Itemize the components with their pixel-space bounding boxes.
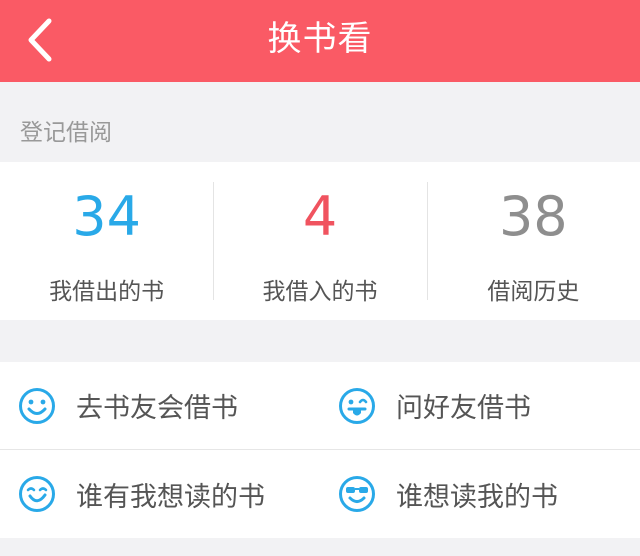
stat-borrowed-in[interactable]: 4 我借入的书: [213, 162, 426, 320]
actions-row: 谁有我想读的书 谁想读我的书: [0, 450, 640, 538]
stat-label: 我借入的书: [262, 279, 378, 305]
stat-value: 34: [72, 185, 142, 248]
borrow-stats: 34 我借出的书 4 我借入的书 38 借阅历史: [0, 162, 640, 320]
borrow-actions: 去书友会借书 问好友借书 谁有我想读的书 谁想读我的书: [0, 362, 640, 538]
grin-face-icon: [19, 476, 55, 512]
action-label: 去书友会借书: [76, 393, 238, 424]
borrow-from-club-button[interactable]: 去书友会借书: [0, 362, 320, 449]
section-label-register: 登记借阅: [20, 120, 112, 146]
ask-friend-button[interactable]: 问好友借书: [320, 362, 640, 449]
actions-row: 去书友会借书 问好友借书: [0, 362, 640, 450]
page-title: 换书看: [267, 19, 373, 59]
who-has-my-wish-book-button[interactable]: 谁有我想读的书: [0, 450, 320, 538]
action-label: 问好友借书: [396, 393, 531, 424]
smile-face-icon: [19, 387, 55, 424]
action-label: 谁有我想读的书: [76, 481, 265, 513]
stat-value: 4: [302, 185, 338, 248]
tongue-face-icon: [339, 387, 375, 424]
stat-value: 38: [498, 185, 568, 248]
stat-lent-out[interactable]: 34 我借出的书: [0, 162, 213, 320]
stat-history[interactable]: 38 借阅历史: [426, 162, 640, 320]
who-wants-my-book-button[interactable]: 谁想读我的书: [320, 450, 640, 538]
sunglasses-face-icon: [339, 476, 375, 512]
stat-label: 借阅历史: [487, 279, 580, 305]
action-label: 谁想读我的书: [396, 481, 558, 513]
stat-label: 我借出的书: [49, 279, 165, 305]
nav-bar: 换书看: [0, 0, 640, 82]
